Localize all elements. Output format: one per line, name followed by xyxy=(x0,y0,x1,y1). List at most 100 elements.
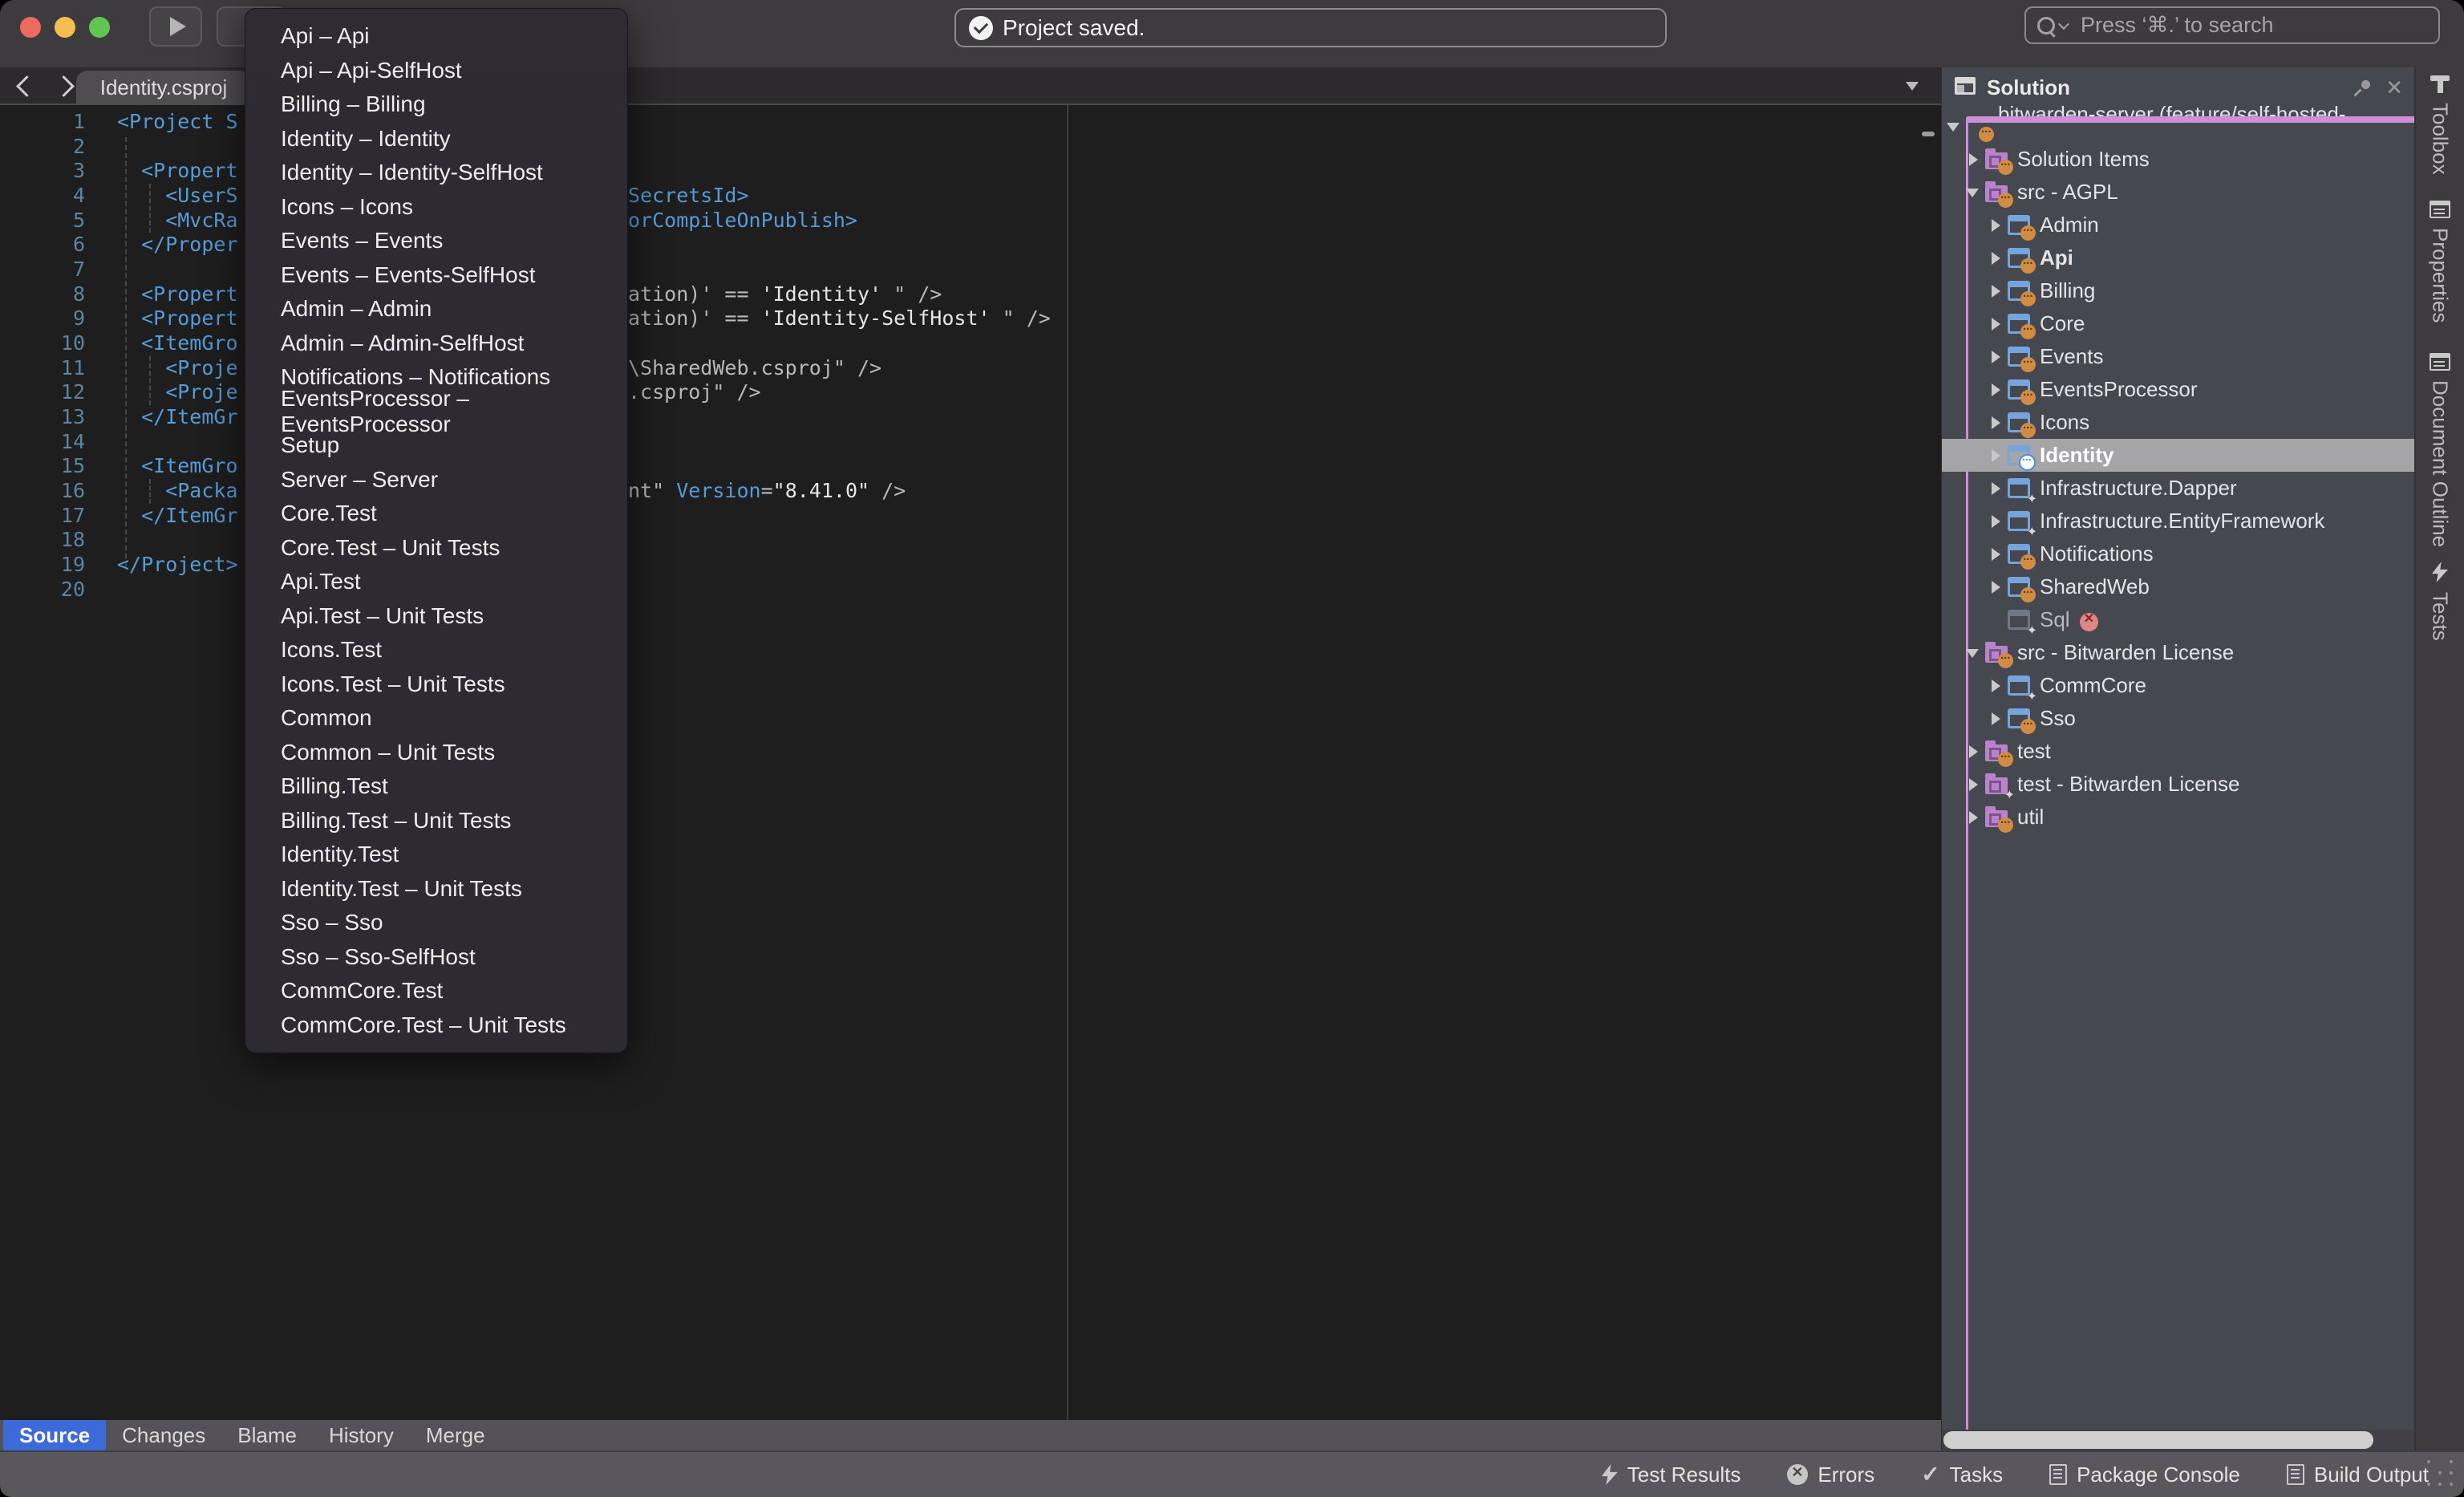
config-menu-item[interactable]: Core.Test xyxy=(245,497,627,531)
tree-item[interactable]: Solution Items xyxy=(1942,143,2414,176)
disclosure-right-icon[interactable] xyxy=(1987,381,2004,399)
status-pad-errors[interactable]: Errors xyxy=(1787,1463,1874,1487)
tree-item[interactable]: Sql xyxy=(1942,603,2414,636)
disclosure-right-icon[interactable] xyxy=(1987,282,2004,300)
disclosure-right-icon[interactable] xyxy=(1987,315,2004,333)
disclosure-down-icon[interactable] xyxy=(1945,118,1963,136)
config-menu-item[interactable]: Admin – Admin xyxy=(245,292,627,327)
disclosure-right-icon[interactable] xyxy=(1987,513,2004,530)
dock-item-toolbox[interactable]: Toolbox xyxy=(2416,75,2464,175)
disclosure-right-icon[interactable] xyxy=(1987,348,2004,366)
traffic-light-close-button[interactable] xyxy=(20,17,41,38)
dock-item-document-outline[interactable]: Document Outline xyxy=(2416,353,2464,547)
config-menu-item[interactable]: Billing.Test xyxy=(245,769,627,804)
disclosure-down-icon[interactable] xyxy=(1964,644,1982,662)
tree-item[interactable]: test - Bitwarden License xyxy=(1942,768,2414,801)
resize-grip[interactable] xyxy=(2427,1460,2456,1489)
run-button[interactable] xyxy=(149,6,202,47)
tree-item[interactable]: CommCore xyxy=(1942,669,2414,702)
traffic-light-zoom-button[interactable] xyxy=(89,17,110,38)
config-menu-item[interactable]: EventsProcessor – EventsProcessor xyxy=(245,395,627,429)
config-menu-item[interactable]: Common – Unit Tests xyxy=(245,736,627,770)
git-tab-blame[interactable]: Blame xyxy=(221,1420,313,1450)
config-menu-item[interactable]: Api – Api xyxy=(245,19,627,54)
disclosure-right-icon[interactable] xyxy=(1987,250,2004,267)
solution-hscroll-track[interactable] xyxy=(1942,1430,2414,1450)
disclosure-right-icon[interactable] xyxy=(1964,776,1982,793)
tree-item[interactable]: Sso xyxy=(1942,702,2414,735)
config-menu-item[interactable]: Events – Events-SelfHost xyxy=(245,258,627,293)
tree-item[interactable]: test xyxy=(1942,735,2414,768)
git-tab-changes[interactable]: Changes xyxy=(106,1420,221,1450)
config-menu-item[interactable]: Common xyxy=(245,701,627,736)
config-menu-item[interactable]: CommCore.Test – Unit Tests xyxy=(245,1008,627,1043)
tree-item[interactable]: Api xyxy=(1942,241,2414,274)
close-icon[interactable]: ✕ xyxy=(2385,75,2403,100)
config-menu-item[interactable]: Billing – Billing xyxy=(245,87,627,122)
dock-item-properties[interactable]: Properties xyxy=(2416,201,2464,323)
disclosure-right-icon[interactable] xyxy=(1964,743,1982,761)
tab-overflow-dropdown-icon[interactable] xyxy=(1906,82,1919,91)
disclosure-right-icon[interactable] xyxy=(1964,151,1982,168)
config-menu-item[interactable]: Api.Test xyxy=(245,565,627,599)
global-search-field[interactable] xyxy=(2024,6,2440,44)
config-menu-item[interactable]: Admin – Admin-SelfHost xyxy=(245,327,627,361)
solution-hscroll-thumb[interactable] xyxy=(1943,1431,2373,1449)
config-menu-item[interactable]: Identity.Test xyxy=(245,838,627,872)
git-tab-history[interactable]: History xyxy=(313,1420,410,1450)
tree-item[interactable]: EventsProcessor xyxy=(1942,373,2414,406)
traffic-light-minimize-button[interactable] xyxy=(55,17,75,38)
config-menu-item[interactable]: Icons.Test xyxy=(245,633,627,667)
config-menu-item[interactable]: Server – Server xyxy=(245,463,627,497)
disclosure-right-icon[interactable] xyxy=(1987,578,2004,596)
git-tab-merge[interactable]: Merge xyxy=(410,1420,501,1450)
status-pad-tasks[interactable]: ✓Tasks xyxy=(1921,1463,2003,1487)
tree-item[interactable]: Core xyxy=(1942,307,2414,340)
config-menu-item[interactable]: Identity – Identity-SelfHost xyxy=(245,156,627,190)
config-menu-item[interactable]: Sso – Sso-SelfHost xyxy=(245,940,627,975)
tree-item[interactable]: Icons xyxy=(1942,406,2414,439)
tree-item[interactable]: Admin xyxy=(1942,209,2414,241)
tree-item[interactable]: bitwarden-server (feature/self-hosted-de… xyxy=(1942,110,2414,143)
tree-item[interactable]: SharedWeb xyxy=(1942,570,2414,603)
tab-identity-csproj[interactable]: Identity.csproj xyxy=(76,71,251,105)
nav-back-icon[interactable] xyxy=(16,75,38,97)
status-pad-test-results[interactable]: Test Results xyxy=(1602,1463,1741,1487)
nav-forward-icon[interactable] xyxy=(53,75,75,97)
tree-item[interactable]: Infrastructure.EntityFramework xyxy=(1942,505,2414,538)
config-menu-item[interactable]: CommCore.Test xyxy=(245,974,627,1008)
tree-item[interactable]: Events xyxy=(1942,340,2414,373)
global-search-input[interactable] xyxy=(2079,12,2403,39)
config-menu-item[interactable]: Identity.Test – Unit Tests xyxy=(245,872,627,907)
config-menu-item[interactable]: Icons.Test – Unit Tests xyxy=(245,667,627,702)
status-pad-package-console[interactable]: Package Console xyxy=(2049,1463,2240,1487)
tree-item[interactable]: Identity xyxy=(1942,439,2414,472)
disclosure-right-icon[interactable] xyxy=(1987,217,2004,234)
disclosure-right-icon[interactable] xyxy=(1987,414,2004,432)
tree-item[interactable]: Notifications xyxy=(1942,538,2414,570)
editor-scrollbar-thumb[interactable] xyxy=(1922,132,1935,136)
config-menu-item[interactable]: Events – Events xyxy=(245,224,627,258)
tree-item[interactable]: src - Bitwarden License xyxy=(1942,636,2414,669)
tree-item[interactable]: src - AGPL xyxy=(1942,176,2414,209)
disclosure-right-icon[interactable] xyxy=(1964,809,1982,826)
config-menu-item[interactable]: Sso – Sso xyxy=(245,906,627,940)
git-tab-source[interactable]: Source xyxy=(3,1420,106,1450)
config-menu-item[interactable]: Api.Test – Unit Tests xyxy=(245,599,627,634)
tree-item[interactable]: Infrastructure.Dapper xyxy=(1942,472,2414,505)
tree-item[interactable]: util xyxy=(1942,801,2414,834)
disclosure-right-icon[interactable] xyxy=(1987,677,2004,695)
status-pad-build-output[interactable]: Build Output xyxy=(2287,1463,2429,1487)
disclosure-right-icon[interactable] xyxy=(1987,447,2004,465)
config-menu-item[interactable]: Identity – Identity xyxy=(245,122,627,156)
config-menu-item[interactable]: Billing.Test – Unit Tests xyxy=(245,804,627,838)
disclosure-right-icon[interactable] xyxy=(1987,546,2004,563)
disclosure-right-icon[interactable] xyxy=(1987,480,2004,497)
config-menu-item[interactable]: Core.Test – Unit Tests xyxy=(245,531,627,566)
disclosure-right-icon[interactable] xyxy=(1987,710,2004,728)
config-menu-item[interactable]: Icons – Icons xyxy=(245,190,627,225)
tree-item[interactable]: Billing xyxy=(1942,274,2414,307)
dock-item-tests[interactable]: Tests xyxy=(2416,562,2464,641)
disclosure-down-icon[interactable] xyxy=(1964,184,1982,201)
pin-icon[interactable] xyxy=(2353,79,2373,98)
